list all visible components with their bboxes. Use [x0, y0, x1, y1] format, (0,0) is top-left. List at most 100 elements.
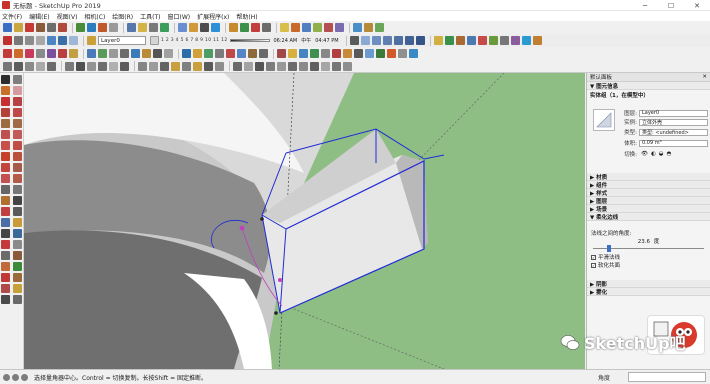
- flip-edge-icon[interactable]: [510, 36, 520, 45]
- sandbox-icon[interactable]: [433, 36, 443, 45]
- extension-tool-2-icon[interactable]: [14, 49, 23, 58]
- solid-union-icon[interactable]: [280, 23, 289, 32]
- extension-tool-59-icon[interactable]: [266, 61, 275, 71]
- orbit-icon[interactable]: [178, 23, 187, 32]
- axes-icon[interactable]: [1, 207, 10, 216]
- extension-tool-3-icon[interactable]: [25, 49, 34, 58]
- stamp-icon[interactable]: [477, 36, 487, 45]
- textured-icon[interactable]: [58, 36, 67, 45]
- outer-shell-icon[interactable]: [13, 284, 22, 293]
- extension-tool-56-icon[interactable]: [233, 61, 242, 71]
- extension-tool-41-icon[interactable]: [47, 61, 56, 71]
- menu-file[interactable]: 文件(F): [2, 12, 22, 21]
- extension-tool-55-icon[interactable]: [215, 61, 224, 71]
- axes-tool-icon[interactable]: [149, 23, 158, 32]
- receive-shadow-icon[interactable]: ◓: [667, 151, 672, 157]
- menu-window[interactable]: 窗口(W): [168, 12, 191, 21]
- circle-icon[interactable]: [1, 130, 10, 139]
- visible-toggle-icon[interactable]: 👁: [641, 151, 648, 157]
- paint-bucket-icon[interactable]: [160, 23, 169, 32]
- extension-tool-61-icon[interactable]: [288, 61, 297, 71]
- pan-icon[interactable]: [189, 23, 198, 32]
- smoove-icon[interactable]: [466, 36, 476, 45]
- type-field[interactable]: 类型: <undefined>: [639, 128, 708, 136]
- orbit-icon[interactable]: [1, 218, 10, 227]
- select-arrow-icon[interactable]: [1, 75, 10, 84]
- line-tool-icon[interactable]: [25, 23, 34, 32]
- 3d-text-icon[interactable]: [13, 207, 22, 216]
- extension-tool-15-icon[interactable]: [164, 49, 173, 58]
- extension-tool-1-icon[interactable]: [3, 49, 12, 58]
- monochrome-icon[interactable]: [69, 36, 78, 45]
- protractor-icon[interactable]: [532, 36, 542, 45]
- extension-tool-34-icon[interactable]: [387, 49, 396, 58]
- position-camera-icon[interactable]: [1, 251, 10, 260]
- drape-icon[interactable]: [488, 36, 498, 45]
- extension-tool-40-icon[interactable]: [36, 61, 45, 71]
- protractor-icon[interactable]: [1, 196, 10, 205]
- layout-icon[interactable]: [251, 23, 260, 32]
- text-tool-icon[interactable]: [138, 23, 147, 32]
- extension-tool-44-icon[interactable]: [87, 61, 96, 71]
- month-ruler[interactable]: 1 2 3 4 5 6 7 8 9 10 11 12: [161, 38, 227, 43]
- sandbox-icon[interactable]: [13, 273, 22, 282]
- fog-icon[interactable]: [349, 36, 359, 45]
- menu-tools[interactable]: 工具(T): [140, 12, 160, 21]
- extension-tool-24-icon[interactable]: [277, 49, 286, 58]
- geolocation-icon[interactable]: [3, 373, 10, 381]
- zoom-extents-icon[interactable]: [211, 23, 220, 32]
- entity-info-section[interactable]: ▼ 图元信息: [587, 82, 710, 90]
- arc-icon[interactable]: [1, 108, 10, 117]
- tape-measure-icon[interactable]: [127, 23, 136, 32]
- extension-tool-28-icon[interactable]: [321, 49, 330, 58]
- extension-tool-14-icon[interactable]: [153, 49, 162, 58]
- extension-tool-4-icon[interactable]: [36, 49, 45, 58]
- extension-tool-20-icon[interactable]: [226, 49, 235, 58]
- menu-draw[interactable]: 绘图(R): [112, 12, 133, 21]
- extension-tool-52-icon[interactable]: [182, 61, 191, 71]
- soften-edges-section[interactable]: ▼ 柔化边线: [587, 213, 710, 221]
- extension-tool-48-icon[interactable]: [138, 61, 147, 71]
- move-tool-icon[interactable]: [76, 23, 85, 32]
- extension-tool-60-icon[interactable]: [277, 61, 286, 71]
- credits-icon[interactable]: [12, 373, 19, 381]
- section-cut-icon[interactable]: [375, 23, 384, 32]
- hidden-line-icon[interactable]: [36, 36, 45, 45]
- minimize-button[interactable]: ─: [632, 0, 658, 11]
- extension-tool-19-icon[interactable]: [215, 49, 224, 58]
- layer-dropdown[interactable]: Layer0: [98, 36, 146, 45]
- from-contours-icon[interactable]: [444, 36, 454, 45]
- extension-tool-42-icon[interactable]: [65, 61, 74, 71]
- extension-tool-45-icon[interactable]: [98, 61, 107, 71]
- rotate-icon[interactable]: [1, 163, 10, 172]
- polygon-icon[interactable]: [13, 130, 22, 139]
- extension-tool-65-icon[interactable]: [332, 61, 341, 71]
- walk-icon[interactable]: [1, 262, 10, 271]
- wireframe-icon[interactable]: [25, 36, 34, 45]
- pushpull-icon[interactable]: [13, 152, 22, 161]
- model-viewport[interactable]: [24, 73, 585, 369]
- time-slider[interactable]: [230, 39, 271, 42]
- cast-shadow-icon[interactable]: ◒: [659, 151, 664, 157]
- extension-tool-49-icon[interactable]: [149, 61, 158, 71]
- extension-tool-26-icon[interactable]: [299, 49, 308, 58]
- eraser-icon[interactable]: [13, 86, 22, 95]
- angle-slider[interactable]: [593, 245, 704, 253]
- close-button[interactable]: ✕: [684, 0, 710, 11]
- smooth-normals-checkbox[interactable]: ✓: [591, 254, 596, 260]
- xray-icon[interactable]: [14, 36, 23, 45]
- select-tool-icon[interactable]: [3, 23, 12, 32]
- extension-tool-16-icon[interactable]: [182, 49, 191, 58]
- paint-icon[interactable]: [1, 86, 10, 95]
- extension-tool-12-icon[interactable]: [131, 49, 140, 58]
- solid-intersect-icon[interactable]: [302, 23, 311, 32]
- from-scratch-icon[interactable]: [455, 36, 465, 45]
- extension-tool-35-icon[interactable]: [398, 49, 407, 58]
- followme-icon[interactable]: [13, 163, 22, 172]
- extension-manager-icon[interactable]: [262, 23, 271, 32]
- dimension-icon[interactable]: [521, 36, 531, 45]
- previous-icon[interactable]: [13, 240, 22, 249]
- lock-toggle-icon[interactable]: ◐: [651, 151, 656, 157]
- menu-extensions[interactable]: 扩展程序(x): [197, 12, 229, 21]
- extension-tool-21-icon[interactable]: [237, 49, 246, 58]
